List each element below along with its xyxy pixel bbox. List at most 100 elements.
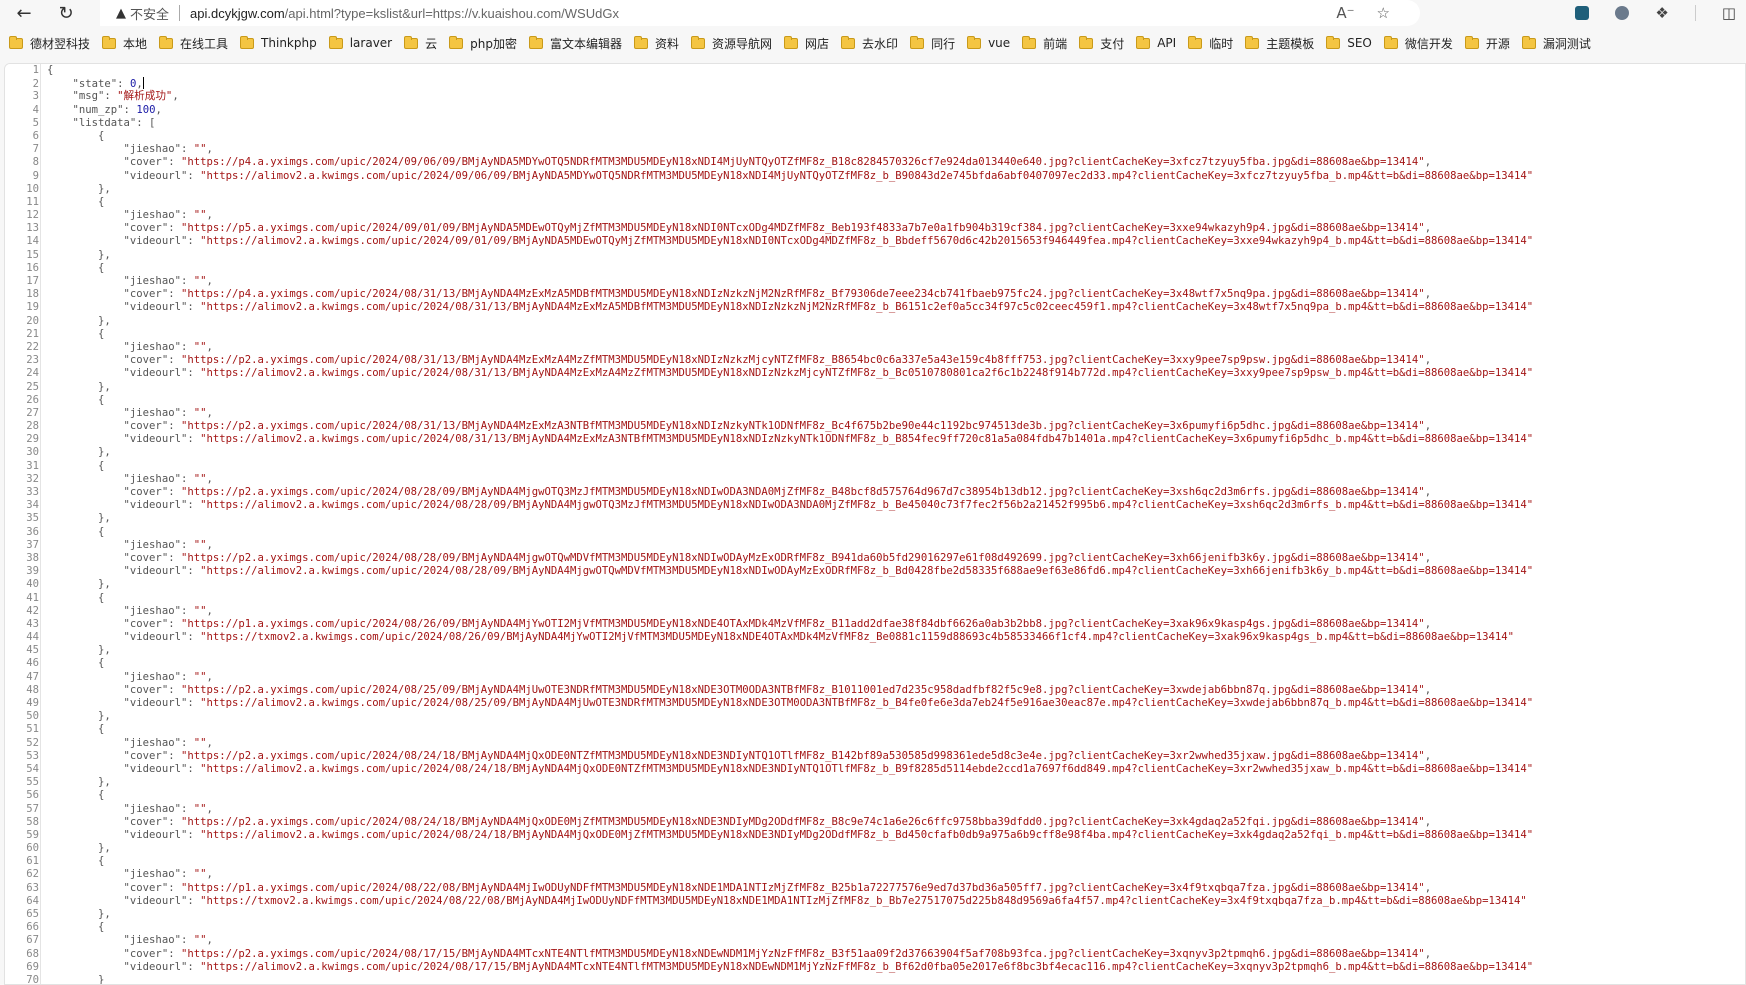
bookmark-label: 微信开发 — [1404, 36, 1453, 51]
json-code[interactable]: 1{2 "state": 0, 3 "msg": "解析成功", 4 "num_zp… — [5, 64, 1534, 985]
bookmark-folder[interactable]: 富文本编辑器 — [528, 31, 630, 55]
split-screen-icon[interactable]: ◫ — [1722, 4, 1736, 22]
folder-icon — [404, 35, 419, 49]
bookmark-folder[interactable]: 德材翌科技 — [9, 31, 98, 55]
jieshao-value: "" — [193, 670, 207, 683]
code-token: }, — [98, 842, 111, 855]
bookmark-folder[interactable]: php加密 — [449, 31, 525, 55]
bookmark-folder[interactable]: 微信开发 — [1383, 31, 1461, 55]
video-url: "https://alimov2.a.kwimgs.com/upic/2024/… — [200, 960, 1534, 973]
code-line: 48 "cover": "https://p2.a.yximgs.com/upi… — [5, 684, 1533, 697]
json-viewer[interactable]: 1{2 "state": 0, 3 "msg": "解析成功", 4 "num_zp… — [4, 63, 1746, 985]
code-token: "cover" — [123, 222, 169, 235]
code-token: , — [206, 736, 213, 749]
bookmark-label: 网店 — [805, 36, 830, 51]
bookmark-folder[interactable]: 网店 — [784, 31, 837, 55]
bookmark-folder[interactable]: 资源导航网 — [691, 31, 780, 55]
reload-icon[interactable]: ↻ — [52, 0, 80, 26]
code-token: "cover" — [123, 881, 169, 894]
folder-icon — [1079, 35, 1094, 49]
video-url: "https://txmov2.a.kwimgs.com/upic/2024/0… — [200, 894, 1527, 907]
bookmark-folder[interactable]: Thinkphp — [240, 31, 325, 55]
bookmark-folder[interactable]: API — [1136, 31, 1184, 55]
line-number: 48 — [26, 683, 39, 696]
bookmark-label: Thinkphp — [261, 36, 317, 50]
bookmark-folder[interactable]: SEO — [1326, 31, 1380, 55]
code-token: { — [98, 393, 105, 406]
folder-icon — [967, 35, 982, 49]
bookmark-label: 资料 — [655, 36, 680, 51]
bookmark-folder[interactable]: 临时 — [1188, 31, 1241, 55]
code-token: { — [98, 525, 105, 538]
security-label[interactable]: 不安全 — [130, 4, 169, 23]
code-token: : — [168, 683, 181, 696]
code-token: : — [187, 828, 201, 841]
read-aloud-icon[interactable]: A⁻ — [1336, 4, 1354, 22]
bookmark-folder[interactable]: 云 — [404, 31, 445, 55]
jieshao-value: "" — [193, 209, 207, 222]
bookmark-folder[interactable]: 支付 — [1079, 31, 1132, 55]
extension-icon[interactable] — [1615, 6, 1630, 20]
bookmark-folder[interactable]: 资料 — [634, 31, 687, 55]
bookmark-folder[interactable]: 去水印 — [841, 31, 906, 55]
line-number: 19 — [26, 301, 39, 314]
line-number: 34 — [26, 499, 39, 512]
line-number: 65 — [26, 908, 39, 920]
code-token: : — [168, 881, 181, 894]
list-item-open: 21 { — [5, 328, 1533, 341]
bookmark-folder[interactable]: 在线工具 — [159, 31, 236, 55]
folder-icon — [240, 35, 255, 49]
code-token: , — [172, 90, 179, 103]
line-number: 1 — [32, 64, 39, 76]
code-token: "cover" — [123, 683, 169, 696]
code-token: }, — [98, 776, 111, 789]
line-number: 35 — [26, 512, 39, 525]
url-text[interactable]: api.dcykjgw.com/api.html?type=kslist&url… — [190, 6, 619, 21]
extension-icon[interactable] — [1575, 6, 1590, 20]
bookmark-folder[interactable]: 漏洞测试 — [1521, 31, 1599, 55]
code-token: "msg" — [72, 90, 105, 103]
bookmark-folder[interactable]: 开源 — [1464, 31, 1518, 55]
code-token: { — [98, 789, 105, 802]
code-line: 22 "jieshao": "", — [5, 341, 1533, 354]
code-token: { — [98, 855, 105, 868]
bookmark-folder[interactable]: 前端 — [1022, 31, 1075, 55]
warning-icon[interactable]: ▲ — [116, 6, 126, 21]
line-number: 54 — [26, 762, 39, 775]
code-line: 52 "jieshao": "", — [5, 737, 1533, 750]
jieshao-value: "" — [193, 802, 207, 815]
code-token: , — [206, 868, 213, 881]
code-token: : — [180, 868, 194, 881]
cover-url: "https://p4.a.yximgs.com/upic/2024/09/06… — [180, 156, 1425, 169]
list-item-open: 31 { — [5, 460, 1533, 473]
code-line: 42 "jieshao": "", — [5, 605, 1533, 618]
code-token: "cover" — [123, 288, 169, 301]
star-icon[interactable]: ☆ — [1377, 4, 1390, 22]
code-token: "num_zp" — [72, 103, 124, 116]
code-token: , — [1424, 486, 1432, 498]
bookmark-folder[interactable]: laraver — [328, 31, 400, 55]
video-url: "https://alimov2.a.kwimgs.com/upic/2024/… — [200, 433, 1534, 446]
code-token: , — [206, 340, 213, 353]
line-number: 70 — [26, 973, 39, 985]
bookmark-folder[interactable]: 主题模板 — [1245, 31, 1322, 55]
video-url: "https://alimov2.a.kwimgs.com/upic/2024/… — [200, 499, 1534, 512]
bookmark-folder[interactable]: 同行 — [910, 31, 963, 55]
back-arrow-icon[interactable]: ← — [10, 0, 38, 26]
puzzle-icon[interactable]: ❖ — [1655, 4, 1668, 22]
code-token: }, — [98, 512, 111, 525]
line-number: 16 — [26, 261, 39, 274]
code-line: 17 "jieshao": "", — [5, 275, 1533, 288]
code-token: : — [168, 288, 181, 301]
bookmark-folder[interactable]: 本地 — [102, 31, 155, 55]
line-number: 42 — [26, 604, 39, 617]
address-bar[interactable]: ▲ 不安全 api.dcykjgw.com/api.html?type=ksli… — [100, 0, 1420, 26]
bookmark-label: 同行 — [931, 36, 956, 51]
line-number: 57 — [26, 802, 39, 815]
code-token: , — [1424, 156, 1432, 169]
code-line: 33 "cover": "https://p2.a.yximgs.com/upi… — [5, 486, 1533, 499]
jieshao-value: "" — [193, 340, 207, 353]
line-number: 51 — [26, 723, 39, 736]
bookmark-folder[interactable]: vue — [967, 31, 1018, 55]
line-number: 21 — [26, 327, 39, 340]
